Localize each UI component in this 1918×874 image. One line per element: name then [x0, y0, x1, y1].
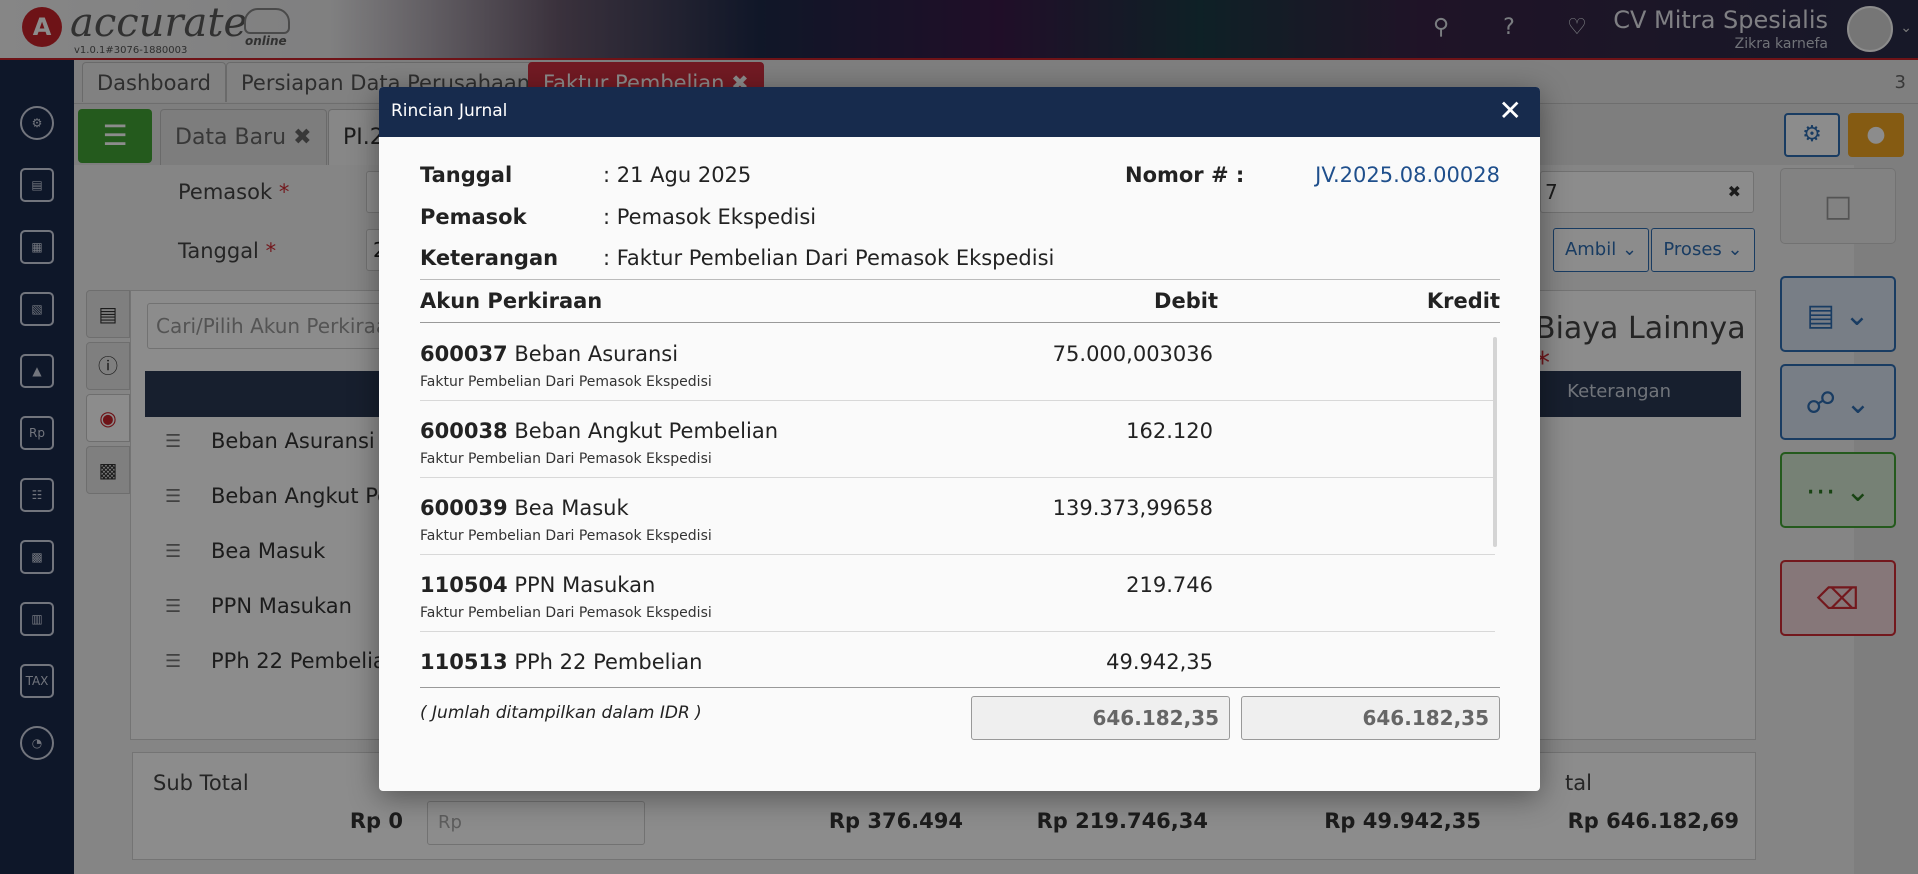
tanggal-label: Tanggal [420, 163, 513, 187]
rincian-jurnal-modal: Rincian Jurnal ✕ Tanggal : 21 Agu 2025 P… [379, 87, 1540, 791]
debit-value: 139.373,99658 [1052, 496, 1213, 520]
scrollbar[interactable] [1493, 337, 1497, 547]
journal-rows: 600037 Beban Asuransi Faktur Pembelian D… [420, 324, 1495, 684]
debit-header: Debit [1154, 289, 1218, 313]
debit-value: 49.942,35 [1106, 650, 1213, 674]
akun-header: Akun Perkiraan [420, 289, 603, 313]
account-name: 600038 Beban Angkut Pembelian [420, 419, 778, 443]
row-note: Faktur Pembelian Dari Pemasok Ekspedisi [420, 605, 712, 621]
kredit-header: Kredit [1426, 289, 1500, 313]
journal-table-header: Akun Perkiraan Debit Kredit [420, 279, 1500, 323]
divider [420, 687, 1500, 688]
row-note: Faktur Pembelian Dari Pemasok Ekspedisi [420, 528, 712, 544]
debit-value: 162.120 [1126, 419, 1213, 443]
modal-title: Rincian Jurnal [391, 101, 508, 121]
row-note: Faktur Pembelian Dari Pemasok Ekspedisi [420, 451, 712, 467]
table-row: 600037 Beban Asuransi Faktur Pembelian D… [420, 324, 1495, 401]
modal-header: Rincian Jurnal ✕ [379, 87, 1540, 137]
debit-value: 75.000,003036 [1052, 342, 1213, 366]
row-note: Faktur Pembelian Dari Pemasok Ekspedisi [420, 374, 712, 390]
table-row: 600039 Bea Masuk Faktur Pembelian Dari P… [420, 478, 1495, 555]
table-row: 110513 PPh 22 Pembelian 49.942,35 [420, 632, 1495, 684]
table-row: 600038 Beban Angkut Pembelian Faktur Pem… [420, 401, 1495, 478]
pemasok-value: : Pemasok Ekspedisi [603, 205, 817, 229]
total-debit: 646.182,35 [971, 696, 1230, 740]
nomor-link[interactable]: JV.2025.08.00028 [1315, 163, 1500, 187]
keterangan-value: : Faktur Pembelian Dari Pemasok Ekspedis… [603, 246, 1055, 270]
debit-value: 219.746 [1126, 573, 1213, 597]
total-kredit: 646.182,35 [1241, 696, 1500, 740]
account-name: 110513 PPh 22 Pembelian [420, 650, 703, 674]
nomor-label: Nomor # : [1125, 163, 1245, 187]
close-icon[interactable]: ✕ [1499, 94, 1522, 128]
currency-note: ( Jumlah ditampilkan dalam IDR ) [420, 703, 702, 723]
pemasok-label: Pemasok [420, 205, 527, 229]
keterangan-label: Keterangan [420, 246, 559, 270]
table-row: 110504 PPN Masukan Faktur Pembelian Dari… [420, 555, 1495, 632]
account-name: 600037 Beban Asuransi [420, 342, 679, 366]
tanggal-value: : 21 Agu 2025 [603, 163, 752, 187]
account-name: 110504 PPN Masukan [420, 573, 656, 597]
account-name: 600039 Bea Masuk [420, 496, 629, 520]
